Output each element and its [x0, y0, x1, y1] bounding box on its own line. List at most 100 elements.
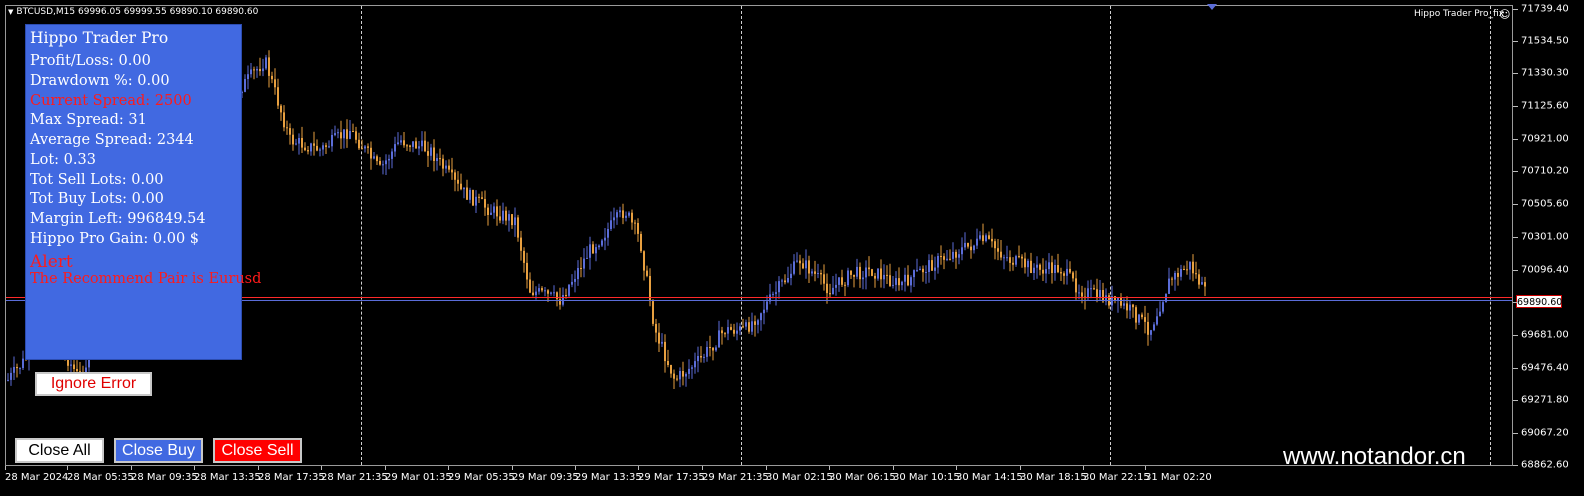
panel-title: Hippo Trader Pro [30, 29, 169, 47]
candle-body [847, 270, 849, 286]
candle-body [352, 131, 354, 132]
candle-body [502, 210, 504, 221]
candle-body [901, 281, 903, 286]
candle-body [601, 240, 603, 246]
candle-body [733, 329, 735, 334]
price-axis-label: 71534.50 [1521, 35, 1569, 47]
time-axis-label: 30 Mar 06:15 [829, 472, 896, 483]
close-sell-button[interactable]: Close Sell [213, 438, 302, 463]
candle-body [1024, 258, 1026, 268]
price-axis-tick [1513, 400, 1518, 401]
candle-body [1201, 282, 1203, 285]
candle-body [715, 347, 717, 351]
candle-body [433, 147, 435, 161]
candle-body [796, 260, 798, 262]
candle-body [970, 246, 972, 251]
chart-shift-marker-icon[interactable] [1207, 4, 1217, 10]
candle-body [991, 238, 993, 242]
price-axis-label: 71330.30 [1521, 67, 1569, 79]
price-axis-tick [1513, 139, 1518, 140]
close-buy-button[interactable]: Close Buy [114, 438, 203, 463]
price-axis-label: 69067.20 [1521, 427, 1569, 439]
candle-body [694, 361, 696, 368]
candle-body [427, 151, 429, 156]
price-axis-tick [1513, 433, 1518, 434]
candle-body [577, 268, 579, 280]
candle-body [298, 138, 300, 144]
price-axis-label: 68862.60 [1521, 459, 1569, 471]
price-axis-label: 70096.40 [1521, 264, 1569, 276]
time-axis-label: 29 Mar 09:35 [512, 472, 579, 483]
candle-body [1171, 278, 1173, 280]
time-axis-tick [829, 466, 830, 470]
candle-body [676, 378, 678, 380]
candle-body [784, 280, 786, 283]
candle-body [946, 258, 948, 260]
candle-body [1033, 267, 1035, 273]
candle-body [13, 367, 15, 373]
candle-body [1009, 257, 1011, 263]
candle-body [883, 274, 885, 280]
candle-body [259, 69, 261, 72]
candle-body [1054, 265, 1056, 273]
candle-body [1078, 292, 1080, 294]
candle-body [1123, 303, 1125, 306]
candle-body [448, 165, 450, 170]
candle-body [1189, 261, 1191, 270]
candle-body [1003, 257, 1005, 259]
candle-body [406, 145, 408, 147]
candle-body [700, 356, 702, 358]
candle-body [574, 279, 576, 282]
candle-body [1030, 260, 1032, 273]
candle-body [1048, 262, 1050, 270]
candle-body [274, 79, 276, 88]
candle-body [877, 268, 879, 279]
close-all-button[interactable]: Close All [15, 438, 104, 463]
candle-body [712, 347, 714, 351]
candle-body [589, 244, 591, 258]
candle-body [1051, 262, 1053, 273]
candle-body [1018, 256, 1020, 258]
candle-body [850, 270, 852, 275]
candle-body [331, 135, 333, 147]
candle-body [244, 79, 246, 92]
candle-body [751, 321, 753, 332]
candle-body [466, 187, 468, 200]
candle-body [931, 260, 933, 271]
candle-body [556, 292, 558, 300]
time-axis-tick [448, 466, 449, 470]
candle-body [430, 147, 432, 156]
ignore-error-button[interactable]: Ignore Error [35, 372, 152, 396]
candle-body [952, 251, 954, 259]
candle-body [661, 341, 663, 344]
candle-body [388, 158, 390, 161]
candle-body [628, 212, 630, 216]
margin-left-label: Margin Left: 996849.54 [30, 211, 206, 227]
candle-body [1186, 269, 1188, 271]
tot-buy-lots-label: Tot Buy Lots: 0.00 [30, 191, 164, 207]
candle-body [856, 266, 858, 277]
time-axis-tick [258, 466, 259, 470]
price-axis-tick [1513, 204, 1518, 205]
candle-body [301, 138, 303, 148]
candle-body [994, 241, 996, 249]
dropdown-triangle-icon[interactable]: ▼ [8, 8, 13, 16]
candle-body [325, 145, 327, 147]
candle-body [667, 361, 669, 365]
candle-body [1063, 273, 1065, 276]
price-axis-label: 70505.60 [1521, 198, 1569, 210]
candle-body [514, 217, 516, 226]
candle-body [385, 160, 387, 165]
candle-body [424, 140, 426, 152]
candle-body [685, 373, 687, 377]
candle-body [934, 267, 936, 271]
candle-body [919, 268, 921, 271]
candle-body [724, 333, 726, 335]
candle-body [736, 330, 738, 334]
candle-body [1000, 251, 1002, 258]
candle-body [1162, 302, 1164, 312]
candle-body [373, 156, 375, 159]
candle-body [955, 251, 957, 258]
candle-body [508, 214, 510, 221]
candle-body [1042, 269, 1044, 274]
